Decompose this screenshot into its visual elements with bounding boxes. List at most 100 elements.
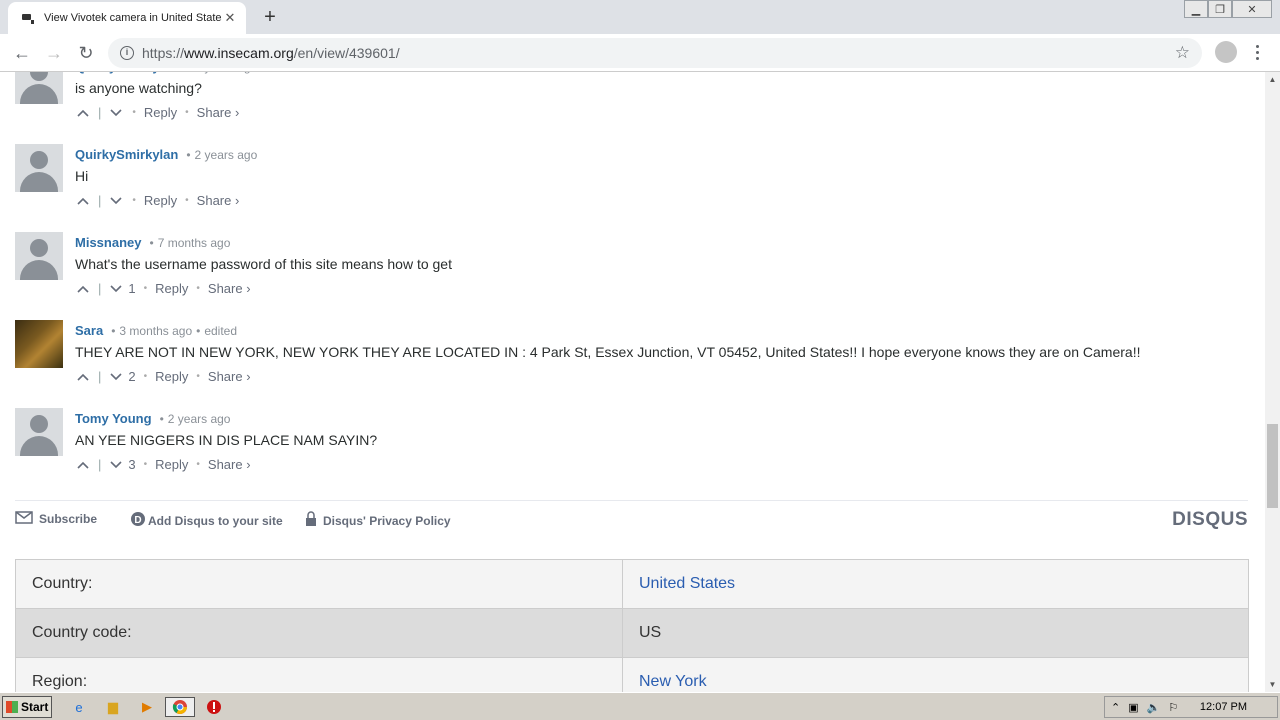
comment-item: QuirkySmirkylan • 2 years ago Hi | • Reply • Sha… xyxy=(15,144,1245,224)
taskbar-clock[interactable]: 12:07 PM xyxy=(1200,701,1247,713)
camera-info-table: Country: United States Country code: US Regi… xyxy=(15,559,1249,692)
upvote-icon[interactable] xyxy=(75,373,91,381)
info-value-cell: US xyxy=(622,608,1249,658)
comment-time[interactable]: 2 years ago xyxy=(195,72,258,74)
chrome-taskbar-icon[interactable] xyxy=(165,697,195,717)
privacy-policy-link[interactable]: Disqus' Privacy Policy xyxy=(305,511,451,530)
browser-menu-icon[interactable] xyxy=(1252,41,1262,63)
upvote-icon[interactable] xyxy=(75,109,91,117)
disqus-d-icon: D xyxy=(130,511,146,530)
reply-link[interactable]: Reply xyxy=(155,369,188,384)
scroll-thumb[interactable] xyxy=(1267,424,1278,508)
info-key: Region: xyxy=(15,657,623,692)
action-center-flag-icon[interactable]: ⚐ xyxy=(1168,701,1178,714)
address-bar[interactable]: i https://www.insecam.org/en/view/439601… xyxy=(108,38,1202,68)
downvote-icon[interactable] xyxy=(108,460,124,469)
share-link[interactable]: Share › xyxy=(197,105,240,120)
share-link[interactable]: Share › xyxy=(208,281,251,296)
comment-text: THEY ARE NOT IN NEW YORK, NEW YORK THEY … xyxy=(75,344,1141,360)
comment-meta: Missnaney • 7 months ago xyxy=(75,235,231,250)
scroll-down-icon[interactable]: ▼ xyxy=(1265,677,1280,692)
tab-title: View Vivotek camera in United States xyxy=(44,12,222,24)
reload-icon[interactable]: ↻ xyxy=(74,41,98,65)
folder-icon[interactable]: ▆ xyxy=(102,697,124,717)
reply-link[interactable]: Reply xyxy=(144,105,177,120)
scroll-up-icon[interactable]: ▲ xyxy=(1265,72,1280,87)
comment-time[interactable]: 2 years ago xyxy=(168,412,231,426)
user-avatar[interactable] xyxy=(15,408,63,456)
media-player-icon[interactable]: ▶ xyxy=(136,697,158,717)
volume-icon[interactable]: 🔈 xyxy=(1147,701,1161,714)
camera-favicon-icon xyxy=(20,10,36,26)
user-avatar[interactable] xyxy=(15,320,63,368)
comment-actions: | • Reply • Share › xyxy=(75,193,239,208)
url-text: https://www.insecam.org/en/view/439601/ xyxy=(142,45,400,61)
comment-item: Tomy Young • 2 years ago AN YEE NIGGERS IN … xyxy=(15,408,1245,488)
upvote-icon[interactable] xyxy=(75,461,91,469)
comment-text: is anyone watching? xyxy=(75,80,202,96)
lock-icon xyxy=(305,511,317,530)
user-avatar[interactable] xyxy=(15,72,63,104)
comment-author[interactable]: QuirkySmirkylan xyxy=(75,147,178,162)
subscribe-link[interactable]: Subscribe xyxy=(15,511,97,527)
system-tray: ⌃ ▣ 🔈 ⚐ 12:07 PM xyxy=(1104,696,1278,718)
comment-author[interactable]: QuirkySmirkylan xyxy=(75,72,178,74)
downvote-icon[interactable] xyxy=(108,196,124,205)
upvote-icon[interactable] xyxy=(75,197,91,205)
user-avatar[interactable] xyxy=(15,232,63,280)
info-value-link[interactable]: New York xyxy=(639,673,707,690)
comment-time[interactable]: 3 months ago xyxy=(119,324,192,338)
downvote-icon[interactable] xyxy=(108,372,124,381)
comment-meta: QuirkySmirkylan•2 years ago xyxy=(75,72,257,74)
comment-item: Sara • 3 months ago • edited THEY ARE NOT IN … xyxy=(15,320,1245,400)
share-link[interactable]: Share › xyxy=(208,369,251,384)
add-disqus-link[interactable]: D Add Disqus to your site xyxy=(130,511,283,530)
minimize-window-button[interactable]: ▁ xyxy=(1184,0,1208,18)
info-value-link[interactable]: United States xyxy=(639,575,735,592)
comment-author[interactable]: Missnaney xyxy=(75,235,141,250)
site-info-icon[interactable]: i xyxy=(120,46,134,60)
info-row: Country code: US xyxy=(15,608,1249,658)
share-link[interactable]: Share › xyxy=(208,457,251,472)
internet-explorer-icon[interactable]: e xyxy=(68,697,90,717)
disqus-logo[interactable]: DISQUS xyxy=(1172,509,1248,531)
reply-link[interactable]: Reply xyxy=(144,193,177,208)
comment-meta: Tomy Young • 2 years ago xyxy=(75,411,231,426)
windows-logo-icon xyxy=(6,701,18,713)
start-button[interactable]: Start xyxy=(2,696,52,718)
upvote-icon[interactable] xyxy=(75,285,91,293)
stop-icon[interactable] xyxy=(203,697,225,717)
reply-link[interactable]: Reply xyxy=(155,457,188,472)
back-arrow-icon[interactable]: ← xyxy=(10,41,34,65)
comment-author[interactable]: Tomy Young xyxy=(75,411,152,426)
restore-window-button[interactable]: ❐ xyxy=(1208,0,1232,18)
new-tab-button[interactable]: + xyxy=(258,6,282,30)
comment-time[interactable]: 7 months ago xyxy=(158,236,231,250)
forward-arrow-icon[interactable]: → xyxy=(42,41,66,65)
share-link[interactable]: Share › xyxy=(197,193,240,208)
reply-link[interactable]: Reply xyxy=(155,281,188,296)
disqus-footer: Subscribe D Add Disqus to your site Disq… xyxy=(15,500,1248,538)
bookmark-star-icon[interactable]: ☆ xyxy=(1175,43,1190,63)
comment-time[interactable]: 2 years ago xyxy=(195,148,258,162)
envelope-icon xyxy=(15,511,33,527)
network-icon[interactable]: ▣ xyxy=(1128,701,1138,714)
page-content: QuirkySmirkylan•2 years ago is anyone wat… xyxy=(0,72,1265,692)
info-row: Country: United States xyxy=(15,559,1249,609)
downvote-icon[interactable] xyxy=(108,108,124,117)
comment-text: What's the username password of this sit… xyxy=(75,256,452,272)
comment-actions: | • Reply • Share › xyxy=(75,105,239,120)
browser-tab[interactable]: View Vivotek camera in United States ✕ xyxy=(8,2,246,34)
close-tab-icon[interactable]: ✕ xyxy=(222,10,238,26)
downvote-icon[interactable] xyxy=(108,284,124,293)
user-avatar[interactable] xyxy=(15,144,63,192)
comment-author[interactable]: Sara xyxy=(75,323,103,338)
comment-actions: | 1 • Reply • Share › xyxy=(75,281,251,296)
vote-count: 3 xyxy=(128,457,136,472)
close-window-button[interactable]: ✕ xyxy=(1232,0,1272,18)
profile-avatar-icon[interactable] xyxy=(1215,41,1237,63)
page-scrollbar[interactable]: ▲ ▼ xyxy=(1265,72,1280,692)
comment-item: Missnaney • 7 months ago What's the usernam… xyxy=(15,232,1245,312)
browser-toolbar: ← → ↻ i https://www.insecam.org/en/view/… xyxy=(0,34,1280,72)
tray-expand-icon[interactable]: ⌃ xyxy=(1111,701,1120,714)
